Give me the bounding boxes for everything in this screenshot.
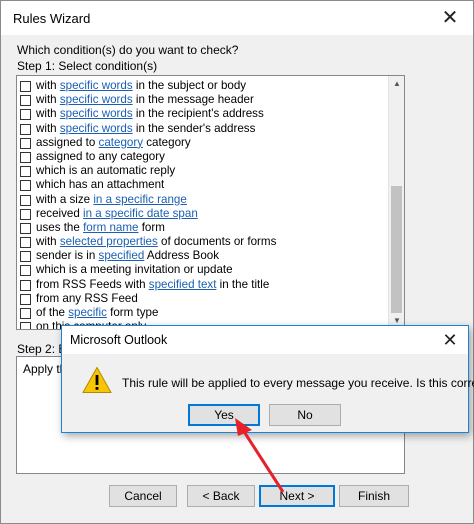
condition-text: in the sender's address — [132, 121, 256, 135]
condition-text: form — [138, 220, 165, 234]
condition-row[interactable]: with a size in a specific range — [17, 193, 389, 207]
no-button[interactable]: No — [269, 404, 341, 426]
condition-checkbox[interactable] — [20, 279, 31, 291]
yes-button[interactable]: Yes — [188, 404, 260, 426]
condition-checkbox[interactable] — [20, 123, 31, 135]
condition-row[interactable]: with specific words in the sender's addr… — [17, 122, 389, 136]
condition-link[interactable]: specific words — [60, 79, 133, 92]
condition-row[interactable]: of the specific form type — [17, 306, 389, 320]
cancel-button[interactable]: Cancel — [109, 485, 177, 507]
condition-text: category — [143, 135, 191, 149]
condition-text: with — [36, 93, 60, 107]
dialog-body: This rule will be applied to every messa… — [62, 354, 474, 432]
condition-row[interactable]: which has an attachment — [17, 178, 389, 192]
window-title: Rules Wizard — [13, 11, 91, 26]
condition-checkbox[interactable] — [20, 180, 31, 192]
condition-link[interactable]: specific — [68, 306, 107, 319]
condition-checkbox[interactable] — [20, 95, 31, 107]
condition-text: of documents or forms — [157, 235, 277, 249]
condition-link[interactable]: category — [99, 136, 143, 149]
condition-text: of the — [36, 306, 69, 319]
condition-text: with — [36, 235, 60, 249]
condition-text: in the title — [216, 277, 270, 291]
condition-text: form type — [106, 306, 159, 319]
condition-text: in the message header — [132, 93, 254, 107]
back-button[interactable]: < Back — [187, 485, 255, 507]
condition-checkbox[interactable] — [20, 293, 31, 305]
condition-row[interactable]: uses the form name form — [17, 221, 389, 235]
warning-icon — [82, 366, 112, 393]
condition-row[interactable]: sender is in specified Address Book — [17, 249, 389, 263]
condition-checkbox[interactable] — [20, 237, 31, 249]
condition-text: assigned to any category — [36, 149, 165, 163]
condition-text: with — [36, 107, 60, 121]
scroll-up-arrow-icon[interactable]: ▲ — [389, 76, 404, 92]
condition-checkbox[interactable] — [20, 137, 31, 149]
condition-row[interactable]: with specific words in the recipient's a… — [17, 107, 389, 121]
rules-wizard-window: Rules Wizard ✕ Which condition(s) do you… — [0, 0, 474, 524]
condition-text: received — [36, 206, 84, 220]
condition-checkbox[interactable] — [20, 194, 31, 206]
conditions-list: with specific words in the subject or bo… — [16, 75, 405, 330]
condition-checkbox[interactable] — [20, 166, 31, 178]
conditions-scrollbar[interactable]: ▲ ▼ — [388, 76, 404, 329]
condition-row[interactable]: assigned to any category — [17, 150, 389, 164]
condition-checkbox[interactable] — [20, 208, 31, 220]
condition-text: with — [36, 121, 60, 135]
condition-checkbox[interactable] — [20, 322, 31, 329]
condition-checkbox[interactable] — [20, 81, 31, 92]
condition-checkbox[interactable] — [20, 308, 31, 319]
confirm-dialog: Microsoft Outlook ✕ This rule will be ap… — [61, 325, 474, 433]
condition-checkbox[interactable] — [20, 265, 31, 277]
condition-text: assigned to — [36, 135, 99, 149]
condition-text: sender is in — [36, 249, 99, 263]
condition-link[interactable]: form name — [83, 221, 138, 234]
condition-row[interactable]: from any RSS Feed — [17, 292, 389, 306]
title-bar: Rules Wizard ✕ — [1, 1, 473, 35]
condition-text: uses the — [36, 220, 84, 234]
condition-link[interactable]: specific words — [60, 93, 133, 106]
conditions-rows: with specific words in the subject or bo… — [17, 79, 389, 329]
condition-row[interactable]: received in a specific date span — [17, 207, 389, 221]
dialog-message: This rule will be applied to every messa… — [122, 376, 474, 390]
condition-row[interactable]: which is a meeting invitation or update — [17, 263, 389, 277]
condition-row[interactable]: with specific words in the message heade… — [17, 93, 389, 107]
scroll-thumb[interactable] — [391, 186, 402, 313]
close-icon[interactable]: ✕ — [435, 5, 465, 31]
condition-row[interactable]: with specific words in the subject or bo… — [17, 79, 389, 93]
condition-link[interactable]: specified text — [149, 278, 217, 291]
condition-text: which has an attachment — [36, 178, 165, 192]
condition-row[interactable]: which is an automatic reply — [17, 164, 389, 178]
condition-link[interactable]: specific words — [60, 122, 133, 135]
dialog-title: Microsoft Outlook — [70, 333, 168, 347]
next-button[interactable]: Next > — [259, 485, 335, 507]
condition-checkbox[interactable] — [20, 151, 31, 163]
condition-link[interactable]: specific words — [60, 107, 133, 120]
conditions-question: Which condition(s) do you want to check? — [17, 43, 239, 57]
dialog-title-bar: Microsoft Outlook ✕ — [62, 326, 468, 354]
condition-row[interactable]: from RSS Feeds with specified text in th… — [17, 278, 389, 292]
rule-description-text: Apply th — [23, 362, 67, 376]
dialog-close-icon[interactable]: ✕ — [438, 328, 462, 352]
finish-button[interactable]: Finish — [339, 485, 409, 507]
step1-label: Step 1: Select condition(s) — [17, 59, 158, 73]
condition-checkbox[interactable] — [20, 222, 31, 234]
condition-checkbox[interactable] — [20, 251, 31, 263]
condition-text: with — [36, 79, 60, 92]
condition-row[interactable]: with selected properties of documents or… — [17, 235, 389, 249]
condition-link[interactable]: selected properties — [60, 235, 158, 248]
condition-text: from RSS Feeds with — [36, 277, 149, 291]
condition-link[interactable]: in a specific date span — [83, 207, 198, 220]
condition-text: in the recipient's address — [132, 107, 264, 121]
condition-text: with a size — [36, 192, 94, 206]
condition-text: which is a meeting invitation or update — [36, 263, 233, 277]
condition-text: in the subject or body — [132, 79, 247, 92]
condition-text: from any RSS Feed — [36, 291, 138, 305]
condition-checkbox[interactable] — [20, 109, 31, 121]
condition-link[interactable]: specified — [99, 249, 145, 262]
condition-text: Address Book — [144, 249, 220, 263]
condition-link[interactable]: in a specific range — [93, 193, 186, 206]
condition-text: which is an automatic reply — [36, 164, 176, 178]
condition-row[interactable]: assigned to category category — [17, 136, 389, 150]
